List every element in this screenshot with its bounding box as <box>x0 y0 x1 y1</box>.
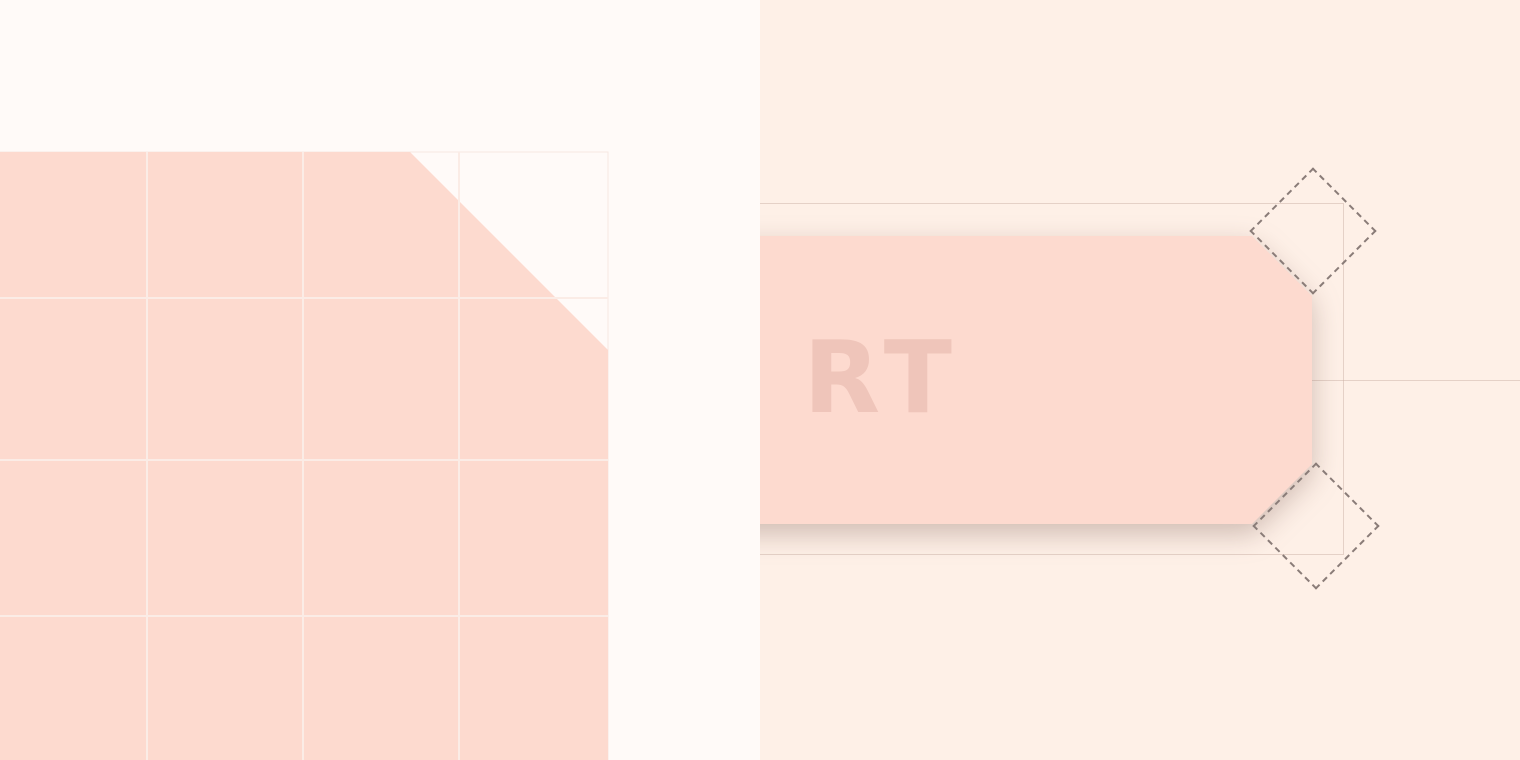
slab-preview-panel: RT <box>760 0 1520 760</box>
tile-grid <box>0 151 609 760</box>
canvas-stage: RT <box>0 0 1520 760</box>
slab-label: RT <box>803 319 960 436</box>
grid-preview-panel <box>0 0 760 760</box>
